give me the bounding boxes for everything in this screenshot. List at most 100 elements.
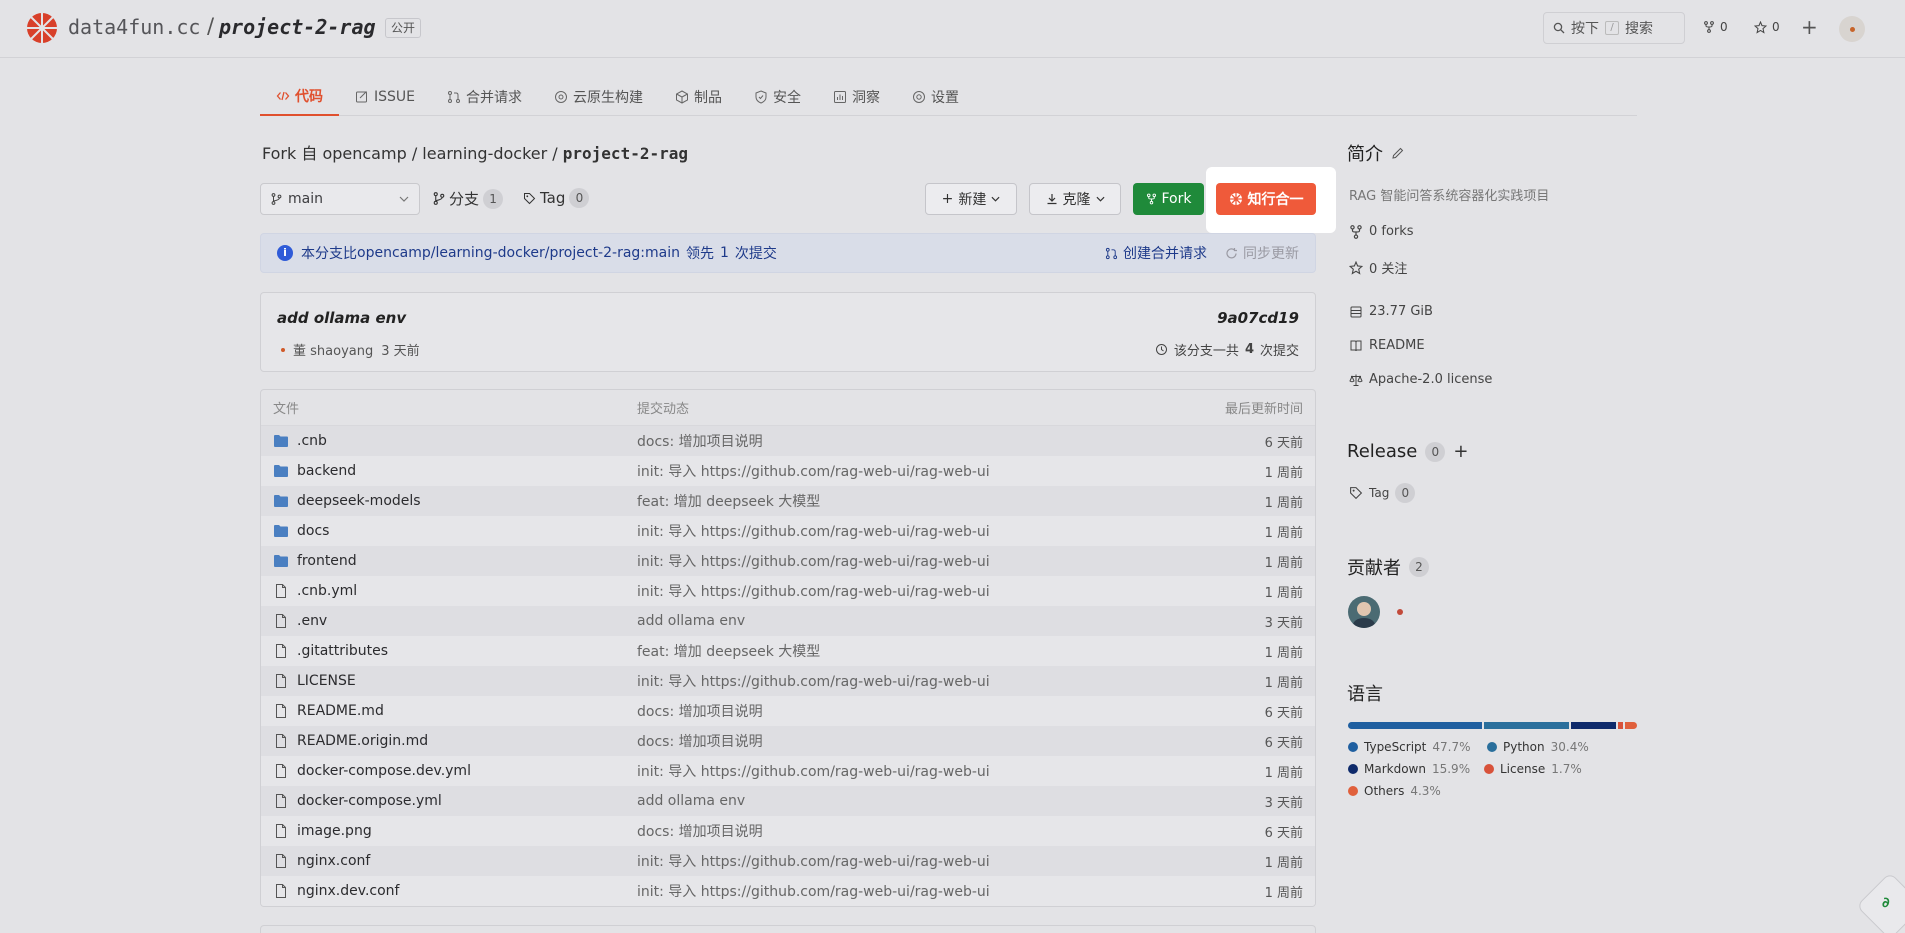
- commit-total[interactable]: 该分支一共 4 次提交: [1155, 340, 1299, 359]
- org-name[interactable]: data4fun.cc: [68, 15, 200, 39]
- file-name[interactable]: .env: [297, 613, 327, 629]
- plus-icon[interactable]: +: [1801, 15, 1818, 39]
- table-row[interactable]: .cnb.yml init: 导入 https://github.com/rag-…: [261, 576, 1315, 606]
- file-commit-message[interactable]: init: 导入 https://github.com/rag-web-ui/r…: [637, 461, 990, 481]
- tab-security[interactable]: 安全: [738, 78, 817, 116]
- tab-cloud-build[interactable]: 云原生构建: [538, 78, 659, 116]
- edit-icon[interactable]: [1391, 146, 1405, 160]
- file-commit-message[interactable]: init: 导入 https://github.com/rag-web-ui/r…: [637, 521, 990, 541]
- file-commit-message[interactable]: add ollama env: [637, 613, 745, 629]
- file-name[interactable]: README.md: [297, 703, 384, 719]
- file-commit-message[interactable]: init: 导入 https://github.com/rag-web-ui/r…: [637, 851, 990, 871]
- branches-link[interactable]: 分支 1: [433, 188, 504, 209]
- file-commit-message[interactable]: init: 导入 https://github.com/rag-web-ui/r…: [637, 881, 990, 901]
- table-row[interactable]: docker-compose.yml add ollama env 3 天前: [261, 786, 1315, 816]
- fork-source-repo[interactable]: project-2-rag: [563, 144, 688, 163]
- header-fork-count[interactable]: 0: [1703, 20, 1728, 34]
- create-pr-button[interactable]: 创建合并请求: [1105, 243, 1207, 263]
- new-button[interactable]: + 新建: [925, 183, 1017, 215]
- file-commit-message[interactable]: docs: 增加项目说明: [637, 731, 763, 751]
- file-name[interactable]: .cnb.yml: [297, 583, 357, 599]
- file-name[interactable]: .gitattributes: [297, 643, 388, 659]
- license-link[interactable]: Apache-2.0 license: [1349, 372, 1492, 387]
- file-commit-message[interactable]: docs: 增加项目说明: [637, 431, 763, 451]
- file-commit-message[interactable]: init: 导入 https://github.com/rag-web-ui/r…: [637, 671, 990, 691]
- readme-link[interactable]: README: [1349, 338, 1425, 353]
- download-icon: [1046, 193, 1058, 205]
- table-row[interactable]: README.origin.md docs: 增加项目说明 6 天前: [261, 726, 1315, 756]
- table-row[interactable]: .cnb docs: 增加项目说明 6 天前: [261, 426, 1315, 456]
- forks-stat[interactable]: 0 forks: [1349, 224, 1414, 239]
- table-row[interactable]: image.png docs: 增加项目说明 6 天前: [261, 816, 1315, 846]
- file-name[interactable]: docker-compose.yml: [297, 793, 442, 809]
- tab-code[interactable]: 代码: [260, 78, 339, 116]
- author-name[interactable]: 董 shaoyang: [293, 340, 373, 359]
- tab-settings[interactable]: 设置: [896, 78, 975, 116]
- file-commit-message[interactable]: feat: 增加 deepseek 大模型: [637, 641, 820, 661]
- insights-icon: [833, 90, 847, 104]
- language-bar-segment: [1484, 722, 1570, 729]
- file-commit-message[interactable]: init: 导入 https://github.com/rag-web-ui/r…: [637, 761, 990, 781]
- commit-message[interactable]: add ollama env: [277, 309, 406, 327]
- tab-insights[interactable]: 洞察: [817, 78, 896, 116]
- repo-name[interactable]: project-2-rag: [219, 15, 376, 39]
- tab-packages[interactable]: 制品: [659, 78, 738, 116]
- file-name[interactable]: backend: [297, 463, 356, 479]
- table-row[interactable]: docker-compose.dev.yml init: 导入 https://g…: [261, 756, 1315, 786]
- file-name[interactable]: image.png: [297, 823, 372, 839]
- file-name[interactable]: LICENSE: [297, 673, 356, 689]
- file-commit-message[interactable]: feat: 增加 deepseek 大模型: [637, 491, 820, 511]
- tab-issue[interactable]: ISSUE: [339, 78, 431, 116]
- file-name[interactable]: .cnb: [297, 433, 327, 449]
- floating-corner-button[interactable]: [1856, 872, 1905, 933]
- zhixing-button[interactable]: 知行合一: [1216, 183, 1316, 215]
- language-name: Others: [1364, 784, 1405, 798]
- issue-icon: [355, 90, 369, 104]
- table-row[interactable]: .env add ollama env 3 天前: [261, 606, 1315, 636]
- tab-pull-requests[interactable]: 合并请求: [431, 78, 538, 116]
- header-star-count[interactable]: 0: [1754, 20, 1780, 34]
- banner-ref-link[interactable]: opencamp/learning-docker/project-2-rag:m…: [357, 245, 680, 261]
- file-name[interactable]: docker-compose.dev.yml: [297, 763, 471, 779]
- tags-link[interactable]: Tag 0: [523, 188, 590, 208]
- user-avatar[interactable]: [1839, 16, 1865, 42]
- table-row[interactable]: backend init: 导入 https://github.com/rag-w…: [261, 456, 1315, 486]
- tab-label: 云原生构建: [573, 90, 643, 106]
- search-input[interactable]: 按下 / 搜索: [1543, 12, 1685, 44]
- file-name[interactable]: docs: [297, 523, 329, 539]
- file-name[interactable]: deepseek-models: [297, 493, 421, 509]
- table-row[interactable]: LICENSE init: 导入 https://github.com/rag-w…: [261, 666, 1315, 696]
- branch-select[interactable]: main: [260, 183, 420, 215]
- file-commit-message[interactable]: docs: 增加项目说明: [637, 701, 763, 721]
- file-commit-message[interactable]: init: 导入 https://github.com/rag-web-ui/r…: [637, 551, 990, 571]
- clone-button[interactable]: 克隆: [1029, 183, 1121, 215]
- file-icon: [276, 674, 286, 688]
- file-name[interactable]: nginx.dev.conf: [297, 883, 399, 899]
- top-bar: data4fun.cc / project-2-rag 公开 按下 / 搜索 0…: [0, 0, 1905, 58]
- table-row[interactable]: docs init: 导入 https://github.com/rag-web-…: [261, 516, 1315, 546]
- table-row[interactable]: .gitattributes feat: 增加 deepseek 大模型 1 周前: [261, 636, 1315, 666]
- commit-hash[interactable]: 9a07cd19: [1217, 309, 1299, 327]
- fork-button[interactable]: Fork: [1133, 183, 1204, 215]
- table-row[interactable]: deepseek-models feat: 增加 deepseek 大模型 1 周前: [261, 486, 1315, 516]
- file-name[interactable]: nginx.conf: [297, 853, 370, 869]
- file-commit-message[interactable]: add ollama env: [637, 793, 745, 809]
- file-icon: [276, 824, 286, 838]
- file-name[interactable]: frontend: [297, 553, 357, 569]
- file-name[interactable]: README.origin.md: [297, 733, 428, 749]
- table-row[interactable]: frontend init: 导入 https://github.com/rag-…: [261, 546, 1315, 576]
- file-commit-message[interactable]: docs: 增加项目说明: [637, 821, 763, 841]
- table-row[interactable]: nginx.dev.conf init: 导入 https://github.co…: [261, 876, 1315, 906]
- cnb-logo-icon[interactable]: [26, 12, 58, 44]
- contributor-avatar[interactable]: [1348, 596, 1380, 628]
- stars-stat[interactable]: 0 关注: [1349, 258, 1407, 277]
- star-icon: [1349, 260, 1363, 275]
- table-row[interactable]: README.md docs: 增加项目说明 6 天前: [261, 696, 1315, 726]
- table-row[interactable]: nginx.conf init: 导入 https://github.com/ra…: [261, 846, 1315, 876]
- fork-source-link[interactable]: opencamp / learning-docker /: [322, 144, 557, 163]
- contributor-avatar[interactable]: [1397, 609, 1403, 615]
- add-release-icon[interactable]: +: [1453, 441, 1468, 462]
- sidebar-tags-link[interactable]: Tag 0: [1349, 483, 1416, 503]
- file-commit-message[interactable]: init: 导入 https://github.com/rag-web-ui/r…: [637, 581, 990, 601]
- sync-button[interactable]: 同步更新: [1225, 243, 1299, 263]
